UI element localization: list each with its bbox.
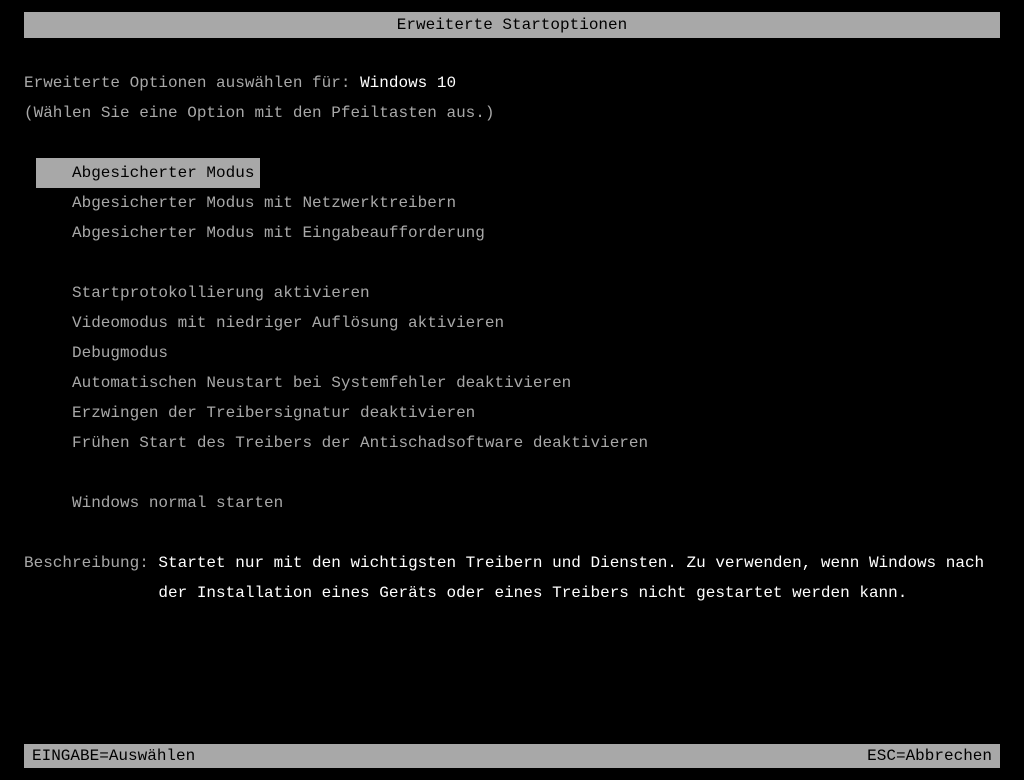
menu-item-low-res-video[interactable]: Videomodus mit niedriger Auflösung aktiv… (36, 308, 1000, 338)
description-block: Beschreibung: Startet nur mit den wichti… (24, 548, 1000, 608)
menu-group-normal: Windows normal starten (36, 488, 1000, 518)
screen-title: Erweiterte Startoptionen (397, 16, 627, 34)
menu-item-start-normally[interactable]: Windows normal starten (36, 488, 1000, 518)
prompt-line: Erweiterte Optionen auswählen für: Windo… (24, 68, 1000, 98)
description-text: Startet nur mit den wichtigsten Treibern… (158, 548, 1000, 608)
description-label: Beschreibung: (24, 548, 158, 608)
instruction-line: (Wählen Sie eine Option mit den Pfeiltas… (24, 98, 1000, 128)
title-bar: Erweiterte Startoptionen (24, 12, 1000, 38)
menu-item-safe-mode-networking[interactable]: Abgesicherter Modus mit Netzwerktreibern (36, 188, 1000, 218)
menu-group-safemode: Abgesicherter Modus Abgesicherter Modus … (36, 158, 1000, 248)
footer-esc-hint: ESC=Abbrechen (867, 747, 992, 765)
menu-item-safe-mode[interactable]: Abgesicherter Modus (36, 158, 260, 188)
menu-item-disable-early-antimalware[interactable]: Frühen Start des Treibers der Antischads… (36, 428, 1000, 458)
footer-enter-hint: EINGABE=Auswählen (32, 747, 195, 765)
menu-item-disable-auto-restart[interactable]: Automatischen Neustart bei Systemfehler … (36, 368, 1000, 398)
footer-bar: EINGABE=Auswählen ESC=Abbrechen (24, 744, 1000, 768)
menu-item-safe-mode-cmd[interactable]: Abgesicherter Modus mit Eingabeaufforder… (36, 218, 1000, 248)
menu-group-advanced: Startprotokollierung aktivieren Videomod… (36, 278, 1000, 458)
prompt-label: Erweiterte Optionen auswählen für: (24, 74, 360, 92)
menu-item-debug-mode[interactable]: Debugmodus (36, 338, 1000, 368)
menu-item-disable-driver-sig[interactable]: Erzwingen der Treibersignatur deaktivier… (36, 398, 1000, 428)
os-name: Windows 10 (360, 74, 456, 92)
content-area: Erweiterte Optionen auswählen für: Windo… (0, 38, 1024, 608)
menu-item-boot-logging[interactable]: Startprotokollierung aktivieren (36, 278, 1000, 308)
boot-menu[interactable]: Abgesicherter Modus Abgesicherter Modus … (36, 158, 1000, 518)
